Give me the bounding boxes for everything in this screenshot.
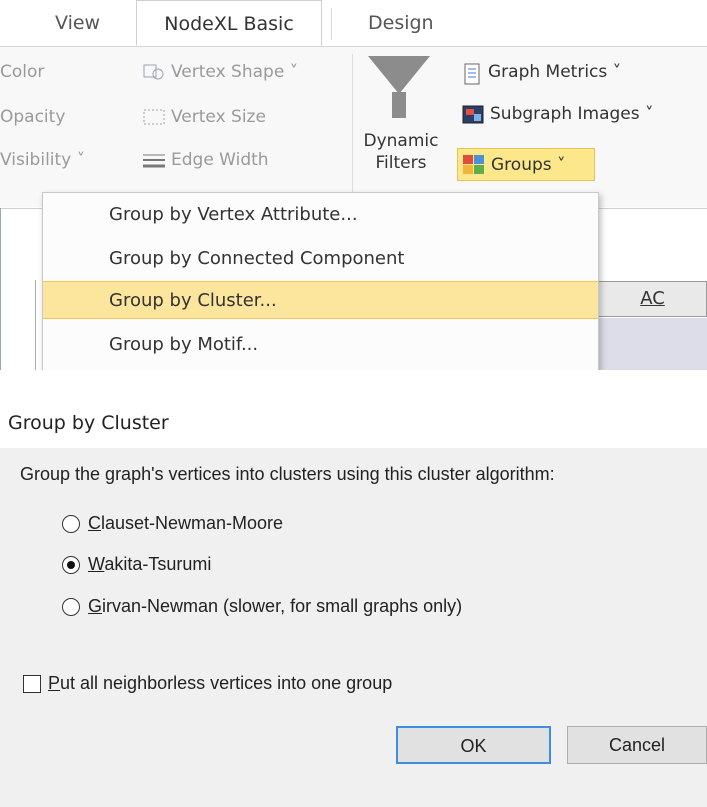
nodexl-ribbon: View NodeXL Basic Design Color Opacity V… xyxy=(0,0,707,370)
edge-width-icon xyxy=(143,151,165,169)
color-button[interactable]: Color xyxy=(0,62,44,82)
subgraph-images-button[interactable]: Subgraph Images ˅ xyxy=(462,104,654,124)
cancel-button[interactable]: Cancel xyxy=(567,726,707,764)
dialog-title: Group by Cluster xyxy=(8,412,169,434)
funnel-icon xyxy=(368,56,430,94)
vertex-shape-button[interactable]: Vertex Shape ˅ xyxy=(143,62,298,82)
dialog-prompt: Group the graph's vertices into clusters… xyxy=(20,464,555,484)
opacity-button[interactable]: Opacity xyxy=(0,107,65,127)
menu-item-group-by-vertex-attribute[interactable]: Group by Vertex Attribute... xyxy=(43,195,598,233)
tab-design[interactable]: Design xyxy=(368,12,434,34)
radio-button[interactable] xyxy=(62,598,80,616)
tab-view[interactable]: View xyxy=(55,12,100,34)
visibility-button[interactable]: Visibility ˅ xyxy=(0,150,85,170)
menu-item-group-by-connected-component[interactable]: Group by Connected Component xyxy=(43,239,598,277)
groups-button[interactable]: Groups ˅ xyxy=(457,148,595,181)
groups-icon xyxy=(463,154,485,175)
edge-width-button[interactable]: Edge Width xyxy=(143,150,269,170)
graph-metrics-button[interactable]: Graph Metrics ˅ xyxy=(462,62,621,85)
menu-item-group-by-motif[interactable]: Group by Motif... xyxy=(43,325,598,363)
ok-button[interactable]: OK xyxy=(396,726,551,764)
ribbon-tab-bar: View NodeXL Basic Design xyxy=(0,0,707,47)
radio-button[interactable] xyxy=(62,515,80,533)
vertex-size-button[interactable]: Vertex Size xyxy=(143,107,266,127)
group-by-cluster-dialog: Group the graph's vertices into clusters… xyxy=(0,448,707,807)
menu-item-group-by-cluster[interactable]: Group by Cluster... xyxy=(43,281,598,319)
radio-button-selected[interactable] xyxy=(62,556,80,574)
graph-metrics-icon xyxy=(462,63,482,85)
tab-nodexl-basic[interactable]: NodeXL Basic xyxy=(136,0,322,46)
vertex-shape-icon xyxy=(143,63,165,81)
subgraph-images-icon xyxy=(462,105,484,124)
groups-dropdown-menu: Group by Vertex Attribute... Group by Co… xyxy=(42,192,599,370)
column-header-ac[interactable]: AC xyxy=(598,281,707,317)
vertex-size-icon xyxy=(143,108,165,126)
checkbox[interactable] xyxy=(23,675,41,693)
